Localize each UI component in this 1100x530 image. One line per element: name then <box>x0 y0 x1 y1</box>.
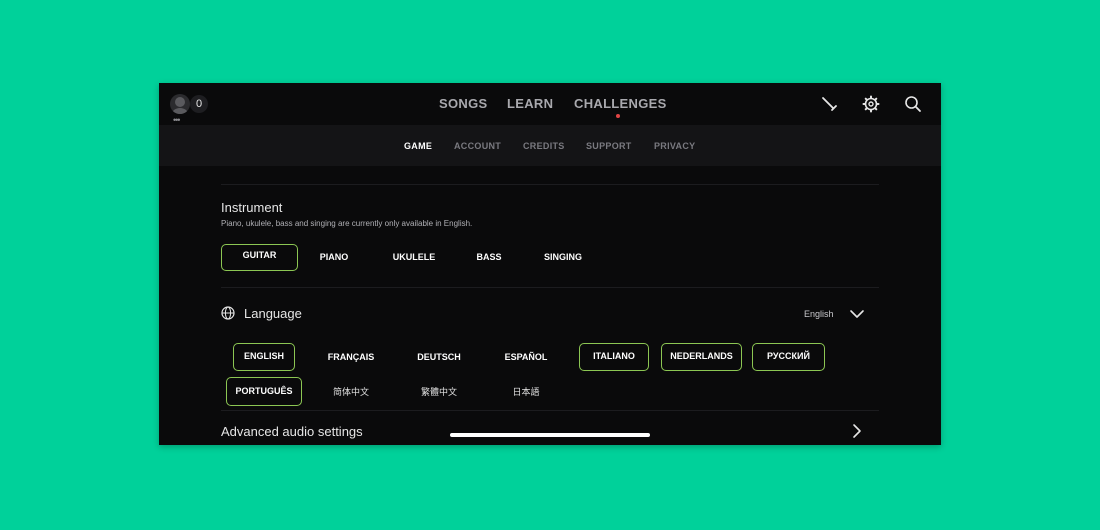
language-russian[interactable]: РУССКИЙ <box>752 343 825 371</box>
divider <box>221 287 879 288</box>
app-window: 0 ••• SONGS LEARN CHALLENGES GAME ACCOUN… <box>159 83 941 445</box>
tuner-icon[interactable] <box>819 94 839 114</box>
language-deutsch[interactable]: DEUTSCH <box>407 345 471 369</box>
instrument-guitar[interactable]: GUITAR <box>221 244 298 271</box>
home-indicator <box>450 433 650 437</box>
search-icon[interactable] <box>903 94 923 114</box>
instrument-ukulele[interactable]: UKULELE <box>379 245 449 269</box>
language-traditional-chinese[interactable]: 繁體中文 <box>407 380 471 404</box>
tab-game[interactable]: GAME <box>404 141 432 151</box>
current-language[interactable]: English <box>804 309 834 319</box>
settings-tabs: GAME ACCOUNT CREDITS SUPPORT PRIVACY <box>159 125 941 166</box>
instrument-title: Instrument <box>221 200 283 215</box>
instrument-singing[interactable]: SINGING <box>529 245 597 269</box>
tab-account[interactable]: ACCOUNT <box>454 141 501 151</box>
language-espanol[interactable]: ESPAÑOL <box>494 345 558 369</box>
notification-dot <box>616 114 620 118</box>
tab-challenges[interactable]: CHALLENGES <box>574 96 667 111</box>
language-italiano[interactable]: ITALIANO <box>579 343 649 371</box>
top-bar: 0 ••• SONGS LEARN CHALLENGES <box>159 83 941 125</box>
gear-icon[interactable] <box>861 94 881 114</box>
language-portugues[interactable]: PORTUGUÊS <box>226 377 302 406</box>
instrument-bass[interactable]: BASS <box>459 245 519 269</box>
language-simplified-chinese[interactable]: 简体中文 <box>319 380 383 404</box>
tab-learn[interactable]: LEARN <box>507 96 553 111</box>
divider <box>221 184 879 185</box>
tab-songs[interactable]: SONGS <box>439 96 487 111</box>
tab-support[interactable]: SUPPORT <box>586 141 632 151</box>
divider <box>221 410 879 411</box>
instrument-subtitle: Piano, ukulele, bass and singing are cur… <box>221 219 473 228</box>
globe-icon <box>221 306 235 320</box>
tab-credits[interactable]: CREDITS <box>523 141 565 151</box>
more-dots-icon[interactable]: ••• <box>173 116 181 125</box>
language-japanese[interactable]: 日本語 <box>494 380 558 404</box>
language-nederlands[interactable]: NEDERLANDS <box>661 343 742 371</box>
advanced-audio-settings-link[interactable]: Advanced audio settings <box>221 424 363 439</box>
language-francais[interactable]: FRANÇAIS <box>319 345 383 369</box>
language-english[interactable]: ENGLISH <box>233 343 295 371</box>
chevron-right-icon[interactable] <box>851 423 863 439</box>
chevron-down-icon[interactable] <box>849 307 865 319</box>
instrument-piano[interactable]: PIANO <box>304 245 364 269</box>
tab-privacy[interactable]: PRIVACY <box>654 141 695 151</box>
language-title: Language <box>244 306 302 321</box>
